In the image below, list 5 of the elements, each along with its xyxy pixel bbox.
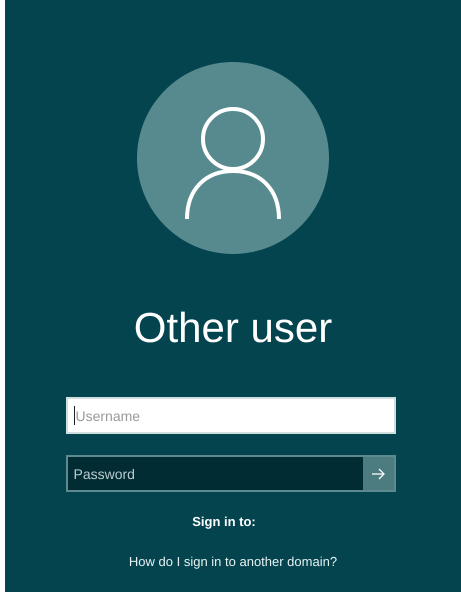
sign-in-label: Sign in to: bbox=[192, 514, 256, 529]
username-field[interactable]: Username bbox=[66, 397, 396, 434]
person-icon bbox=[184, 105, 282, 221]
user-name: Other user bbox=[134, 303, 332, 353]
help-link[interactable]: How do I sign in to another domain? bbox=[128, 554, 338, 569]
